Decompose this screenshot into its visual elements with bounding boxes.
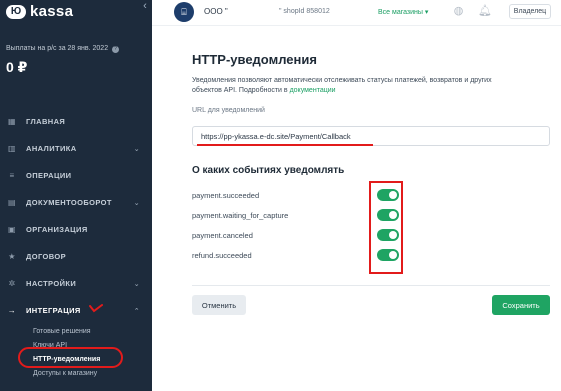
red-box-annotation [369, 181, 403, 274]
payout-label: Выплаты на р/с за 28 янв. 2022 ? [6, 45, 120, 53]
shop-avatar[interactable]: ⌸ [174, 2, 194, 22]
chart-icon: ▥ [8, 144, 16, 153]
chevron-left-icon[interactable]: ‹ [139, 0, 151, 12]
chevron-down-icon: ⌄ [133, 280, 140, 288]
document-icon: ▤ [8, 198, 16, 207]
logo-text: kassa [30, 3, 74, 20]
sidebar-item-label: ДОГОВОР [26, 252, 67, 261]
support-icon[interactable]: ◍ [452, 5, 465, 18]
description-text: Уведомления позволяют автоматически отсл… [192, 77, 492, 94]
star-icon: ★ [8, 252, 16, 261]
chevron-down-icon: ⌄ [133, 145, 140, 153]
page-description: Уведомления позволяют автоматически отсл… [192, 76, 512, 96]
org-name[interactable]: ООО " [204, 7, 228, 16]
payout-amount: 0 ₽ [6, 59, 28, 75]
sidebar-item-label: ДОКУМЕНТООБОРОТ [26, 198, 112, 207]
main-content: HTTP-уведомления Уведомления позволяют а… [152, 26, 561, 391]
event-label: payment.waiting_for_capture [192, 210, 289, 220]
chevron-down-icon: ⌄ [133, 199, 140, 207]
sidebar-item-organization[interactable]: ▣ ОРГАНИЗАЦИЯ [0, 216, 152, 243]
list-icon: ≡ [9, 171, 15, 180]
sidebar-nav: ▦ ГЛАВНАЯ ▥ АНАЛИТИКА ⌄ ≡ ОПЕРАЦИИ ▤ ДОК… [0, 108, 152, 380]
event-label: payment.canceled [192, 230, 253, 240]
url-input[interactable]: https://pp-ykassa.e-dc.site/Payment/Call… [192, 126, 550, 146]
sidebar-subitem-ready-solutions[interactable]: Готовые решения [0, 324, 152, 338]
bell-icon[interactable]: 🔔︎ [478, 5, 492, 18]
shop-id: " shopId 858012 [279, 8, 330, 15]
building-icon: ▣ [8, 225, 16, 234]
gear-icon: ✲ [8, 279, 16, 288]
sidebar-subitem-shop-access[interactable]: Доступы к магазину [0, 366, 152, 380]
topbar: ⌸ ООО " " shopId 858012 Все магазины ▾ ◍… [152, 0, 561, 26]
sidebar-item-operations[interactable]: ≡ ОПЕРАЦИИ [0, 162, 152, 189]
documentation-link[interactable]: документации [290, 87, 336, 94]
event-label: payment.succeeded [192, 190, 260, 200]
arrow-right-icon: → [7, 306, 17, 315]
sidebar-item-label: ИНТЕГРАЦИЯ [26, 306, 81, 315]
logo[interactable]: Ю kassa [6, 3, 73, 20]
sidebar-item-label: ОРГАНИЗАЦИЯ [26, 225, 88, 234]
owner-button[interactable]: Владелец [509, 4, 551, 19]
sidebar-item-settings[interactable]: ✲ НАСТРОЙКИ ⌄ [0, 270, 152, 297]
event-label: refund.succeeded [192, 250, 252, 260]
sidebar-item-analytics[interactable]: ▥ АНАЛИТИКА ⌄ [0, 135, 152, 162]
page-title: HTTP-уведомления [192, 52, 317, 67]
sidebar-item-contract[interactable]: ★ ДОГОВОР [0, 243, 152, 270]
url-label: URL для уведомлений [192, 107, 265, 114]
grid-icon: ▦ [8, 117, 16, 126]
cancel-button[interactable]: Отменить [192, 295, 246, 315]
yookassa-logo-icon: Ю [6, 4, 26, 19]
divider [192, 285, 550, 286]
sidebar: Ю kassa ‹ Выплаты на р/с за 28 янв. 2022… [0, 0, 152, 391]
sidebar-item-label: ГЛАВНАЯ [26, 117, 66, 126]
help-icon[interactable]: ? [112, 46, 120, 53]
events-title: О каких событиях уведомлять [192, 165, 345, 176]
red-underline-annotation [197, 144, 373, 146]
sidebar-item-label: ОПЕРАЦИИ [26, 171, 72, 180]
save-button[interactable]: Сохранить [492, 295, 550, 315]
red-oval-annotation [18, 347, 123, 368]
payout-label-text: Выплаты на р/с за 28 янв. 2022 [6, 45, 109, 52]
sidebar-item-label: НАСТРОЙКИ [26, 279, 77, 288]
sidebar-item-main[interactable]: ▦ ГЛАВНАЯ [0, 108, 152, 135]
chevron-up-icon: ⌃ [133, 307, 140, 315]
sidebar-item-integration[interactable]: → ИНТЕГРАЦИЯ ⌃ [0, 297, 152, 324]
red-check-annotation [89, 304, 103, 313]
all-shops-dropdown[interactable]: Все магазины ▾ [378, 8, 428, 16]
sidebar-item-documents[interactable]: ▤ ДОКУМЕНТООБОРОТ ⌄ [0, 189, 152, 216]
sidebar-item-label: АНАЛИТИКА [26, 144, 77, 153]
